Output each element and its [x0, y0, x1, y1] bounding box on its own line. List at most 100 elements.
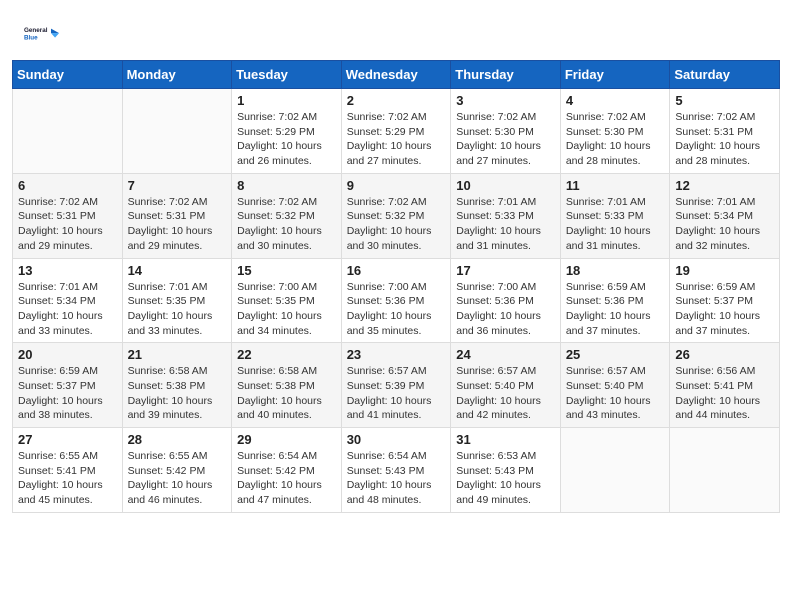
- day-detail: Sunrise: 7:02 AM Sunset: 5:30 PM Dayligh…: [456, 110, 555, 169]
- calendar-cell: 8 Sunrise: 7:02 AM Sunset: 5:32 PM Daylig…: [232, 173, 342, 258]
- day-detail: Sunrise: 6:54 AM Sunset: 5:43 PM Dayligh…: [347, 449, 446, 508]
- calendar-cell: [13, 89, 123, 174]
- day-number: 9: [347, 178, 446, 193]
- calendar-cell: [560, 428, 670, 513]
- calendar-cell: 30 Sunrise: 6:54 AM Sunset: 5:43 PM Dayli…: [341, 428, 451, 513]
- day-detail: Sunrise: 7:02 AM Sunset: 5:32 PM Dayligh…: [237, 195, 336, 254]
- day-detail: Sunrise: 7:01 AM Sunset: 5:34 PM Dayligh…: [675, 195, 774, 254]
- day-number: 1: [237, 93, 336, 108]
- day-number: 3: [456, 93, 555, 108]
- calendar-cell: 29 Sunrise: 6:54 AM Sunset: 5:42 PM Dayli…: [232, 428, 342, 513]
- day-number: 12: [675, 178, 774, 193]
- day-header: Saturday: [670, 61, 780, 89]
- calendar-cell: 5 Sunrise: 7:02 AM Sunset: 5:31 PM Daylig…: [670, 89, 780, 174]
- day-header: Friday: [560, 61, 670, 89]
- day-detail: Sunrise: 6:58 AM Sunset: 5:38 PM Dayligh…: [237, 364, 336, 423]
- day-number: 2: [347, 93, 446, 108]
- calendar-cell: 11Sunrise: 7:01 AM Sunset: 5:33 PM Dayli…: [560, 173, 670, 258]
- calendar-cell: [670, 428, 780, 513]
- day-number: 20: [18, 347, 117, 362]
- calendar-cell: 28 Sunrise: 6:55 AM Sunset: 5:42 PM Dayli…: [122, 428, 232, 513]
- calendar-week-row: 6 Sunrise: 7:02 AM Sunset: 5:31 PM Daylig…: [13, 173, 780, 258]
- logo-icon: GeneralBlue: [24, 16, 60, 52]
- svg-text:Blue: Blue: [24, 34, 38, 41]
- day-detail: Sunrise: 6:55 AM Sunset: 5:42 PM Dayligh…: [128, 449, 227, 508]
- calendar-cell: 12 Sunrise: 7:01 AM Sunset: 5:34 PM Dayli…: [670, 173, 780, 258]
- day-number: 24: [456, 347, 555, 362]
- day-number: 6: [18, 178, 117, 193]
- calendar-cell: 31Sunrise: 6:53 AM Sunset: 5:43 PM Dayli…: [451, 428, 561, 513]
- day-detail: Sunrise: 6:54 AM Sunset: 5:42 PM Dayligh…: [237, 449, 336, 508]
- calendar-cell: 10Sunrise: 7:01 AM Sunset: 5:33 PM Dayli…: [451, 173, 561, 258]
- day-detail: Sunrise: 6:58 AM Sunset: 5:38 PM Dayligh…: [128, 364, 227, 423]
- day-number: 21: [128, 347, 227, 362]
- day-detail: Sunrise: 7:00 AM Sunset: 5:36 PM Dayligh…: [347, 280, 446, 339]
- day-detail: Sunrise: 6:59 AM Sunset: 5:36 PM Dayligh…: [566, 280, 665, 339]
- day-number: 31: [456, 432, 555, 447]
- calendar-cell: 26Sunrise: 6:56 AM Sunset: 5:41 PM Dayli…: [670, 343, 780, 428]
- calendar-cell: 16 Sunrise: 7:00 AM Sunset: 5:36 PM Dayli…: [341, 258, 451, 343]
- day-number: 17: [456, 263, 555, 278]
- calendar-cell: 20 Sunrise: 6:59 AM Sunset: 5:37 PM Dayli…: [13, 343, 123, 428]
- day-header: Sunday: [13, 61, 123, 89]
- calendar-table: SundayMondayTuesdayWednesdayThursdayFrid…: [12, 60, 780, 513]
- day-detail: Sunrise: 7:00 AM Sunset: 5:35 PM Dayligh…: [237, 280, 336, 339]
- day-detail: Sunrise: 6:57 AM Sunset: 5:39 PM Dayligh…: [347, 364, 446, 423]
- day-detail: Sunrise: 7:01 AM Sunset: 5:33 PM Dayligh…: [566, 195, 665, 254]
- calendar-week-row: 27 Sunrise: 6:55 AM Sunset: 5:41 PM Dayli…: [13, 428, 780, 513]
- day-number: 28: [128, 432, 227, 447]
- calendar-cell: 24 Sunrise: 6:57 AM Sunset: 5:40 PM Dayli…: [451, 343, 561, 428]
- day-detail: Sunrise: 7:02 AM Sunset: 5:29 PM Dayligh…: [237, 110, 336, 169]
- day-number: 26: [675, 347, 774, 362]
- calendar-cell: 9 Sunrise: 7:02 AM Sunset: 5:32 PM Daylig…: [341, 173, 451, 258]
- calendar-week-row: 1 Sunrise: 7:02 AM Sunset: 5:29 PM Daylig…: [13, 89, 780, 174]
- calendar-cell: 13Sunrise: 7:01 AM Sunset: 5:34 PM Dayli…: [13, 258, 123, 343]
- day-header: Wednesday: [341, 61, 451, 89]
- svg-text:General: General: [24, 27, 48, 34]
- day-number: 13: [18, 263, 117, 278]
- calendar-week-row: 20 Sunrise: 6:59 AM Sunset: 5:37 PM Dayli…: [13, 343, 780, 428]
- day-detail: Sunrise: 7:02 AM Sunset: 5:32 PM Dayligh…: [347, 195, 446, 254]
- day-detail: Sunrise: 7:02 AM Sunset: 5:29 PM Dayligh…: [347, 110, 446, 169]
- day-header: Tuesday: [232, 61, 342, 89]
- day-number: 27: [18, 432, 117, 447]
- day-number: 19: [675, 263, 774, 278]
- calendar-cell: 4 Sunrise: 7:02 AM Sunset: 5:30 PM Daylig…: [560, 89, 670, 174]
- day-detail: Sunrise: 7:02 AM Sunset: 5:31 PM Dayligh…: [128, 195, 227, 254]
- day-detail: Sunrise: 7:02 AM Sunset: 5:30 PM Dayligh…: [566, 110, 665, 169]
- day-detail: Sunrise: 6:57 AM Sunset: 5:40 PM Dayligh…: [456, 364, 555, 423]
- day-detail: Sunrise: 6:55 AM Sunset: 5:41 PM Dayligh…: [18, 449, 117, 508]
- calendar-cell: 17 Sunrise: 7:00 AM Sunset: 5:36 PM Dayli…: [451, 258, 561, 343]
- day-number: 16: [347, 263, 446, 278]
- day-number: 7: [128, 178, 227, 193]
- calendar-cell: 14Sunrise: 7:01 AM Sunset: 5:35 PM Dayli…: [122, 258, 232, 343]
- day-detail: Sunrise: 6:59 AM Sunset: 5:37 PM Dayligh…: [675, 280, 774, 339]
- calendar-cell: 15 Sunrise: 7:00 AM Sunset: 5:35 PM Dayli…: [232, 258, 342, 343]
- calendar-cell: 21 Sunrise: 6:58 AM Sunset: 5:38 PM Dayli…: [122, 343, 232, 428]
- day-header: Monday: [122, 61, 232, 89]
- day-header: Thursday: [451, 61, 561, 89]
- day-number: 8: [237, 178, 336, 193]
- day-detail: Sunrise: 7:01 AM Sunset: 5:33 PM Dayligh…: [456, 195, 555, 254]
- day-detail: Sunrise: 7:00 AM Sunset: 5:36 PM Dayligh…: [456, 280, 555, 339]
- calendar-cell: 7 Sunrise: 7:02 AM Sunset: 5:31 PM Daylig…: [122, 173, 232, 258]
- calendar-cell: 18Sunrise: 6:59 AM Sunset: 5:36 PM Dayli…: [560, 258, 670, 343]
- day-detail: Sunrise: 6:57 AM Sunset: 5:40 PM Dayligh…: [566, 364, 665, 423]
- calendar-cell: 19 Sunrise: 6:59 AM Sunset: 5:37 PM Dayli…: [670, 258, 780, 343]
- page-header: GeneralBlue: [0, 0, 792, 56]
- day-number: 23: [347, 347, 446, 362]
- day-detail: Sunrise: 6:59 AM Sunset: 5:37 PM Dayligh…: [18, 364, 117, 423]
- day-number: 14: [128, 263, 227, 278]
- calendar-week-row: 13Sunrise: 7:01 AM Sunset: 5:34 PM Dayli…: [13, 258, 780, 343]
- day-number: 4: [566, 93, 665, 108]
- logo: GeneralBlue: [24, 16, 60, 52]
- day-number: 22: [237, 347, 336, 362]
- calendar-cell: 22 Sunrise: 6:58 AM Sunset: 5:38 PM Dayli…: [232, 343, 342, 428]
- day-number: 25: [566, 347, 665, 362]
- day-number: 5: [675, 93, 774, 108]
- day-number: 29: [237, 432, 336, 447]
- day-detail: Sunrise: 7:02 AM Sunset: 5:31 PM Dayligh…: [675, 110, 774, 169]
- day-number: 15: [237, 263, 336, 278]
- day-number: 30: [347, 432, 446, 447]
- calendar-cell: 27 Sunrise: 6:55 AM Sunset: 5:41 PM Dayli…: [13, 428, 123, 513]
